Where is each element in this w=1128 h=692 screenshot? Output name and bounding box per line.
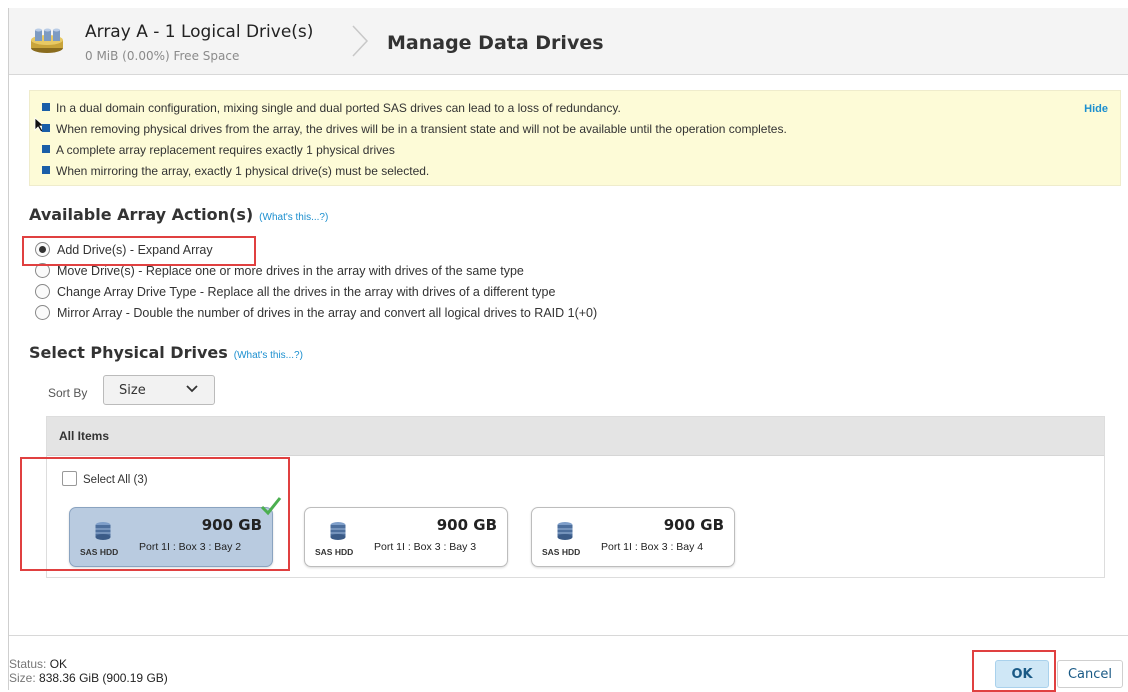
drive-location: Port 1I : Box 3 : Bay 4 <box>601 541 704 553</box>
bullet-icon <box>42 166 50 174</box>
physical-drives-title: Select Physical Drives (What's this...?) <box>29 343 303 362</box>
drive-capacity: 900 GB <box>663 516 724 534</box>
size-line: Size: 838.36 GiB (900.19 GB) <box>9 671 168 685</box>
sort-by-label: Sort By <box>48 386 88 400</box>
footer: Status: OK Size: 838.36 GiB (900.19 GB) … <box>9 635 1128 692</box>
manage-data-drives-dialog: Array A - 1 Logical Drive(s) 0 MiB (0.00… <box>8 8 1128 692</box>
array-actions-help-link[interactable]: (What's this...?) <box>259 212 328 223</box>
radio-change-drive-type[interactable]: Change Array Drive Type - Replace all th… <box>35 284 555 302</box>
drives-group-header: All Items <box>47 417 1104 456</box>
cancel-button[interactable]: Cancel <box>1057 660 1123 688</box>
highlight-box-add-drives <box>22 236 256 266</box>
breadcrumb-chevron-icon <box>352 25 369 57</box>
sort-by-select[interactable]: Size <box>103 375 215 405</box>
radio-icon[interactable] <box>35 284 50 299</box>
radio-mirror-array[interactable]: Mirror Array - Double the number of driv… <box>35 305 597 323</box>
drives-group-label: All Items <box>59 429 110 443</box>
header: Array A - 1 Logical Drive(s) 0 MiB (0.00… <box>9 8 1128 75</box>
status-value: OK <box>49 657 68 671</box>
bullet-icon <box>42 103 50 111</box>
drive-type: SAS HDD <box>315 547 354 557</box>
caption-strip <box>0 0 1128 8</box>
drive-capacity: 900 GB <box>436 516 497 534</box>
notice-banner: In a dual domain configuration, mixing s… <box>29 90 1121 186</box>
size-value: 838.36 GiB (900.19 GB) <box>39 671 168 685</box>
bullet-icon <box>42 145 50 153</box>
array-icon <box>31 28 63 53</box>
notice-item: In a dual domain configuration, mixing s… <box>42 101 621 115</box>
chevron-down-icon <box>186 385 198 393</box>
highlight-box-selected-drive <box>20 457 290 571</box>
disk-drive-icon <box>557 522 573 540</box>
page-title: Manage Data Drives <box>387 32 604 54</box>
array-title[interactable]: Array A - 1 Logical Drive(s) <box>85 22 313 42</box>
array-free-space: 0 MiB (0.00%) Free Space <box>85 49 240 63</box>
radio-icon[interactable] <box>35 305 50 320</box>
notice-item: When removing physical drives from the a… <box>42 122 787 136</box>
drive-card-bay-4[interactable]: SAS HDD 900 GB Port 1I : Box 3 : Bay 4 <box>531 507 735 567</box>
status-line: Status: OK <box>9 657 68 671</box>
drive-card-bay-3[interactable]: SAS HDD 900 GB Port 1I : Box 3 : Bay 3 <box>304 507 508 567</box>
notice-item: A complete array replacement requires ex… <box>42 143 395 157</box>
array-actions-title: Available Array Action(s) (What's this...… <box>29 205 329 224</box>
sort-by-value: Size <box>119 383 146 398</box>
drive-location: Port 1I : Box 3 : Bay 3 <box>374 541 477 553</box>
physical-drives-help-link[interactable]: (What's this...?) <box>234 350 303 361</box>
drive-type: SAS HDD <box>542 547 581 557</box>
bullet-icon <box>42 124 50 132</box>
highlight-box-ok <box>972 650 1056 692</box>
notice-item: When mirroring the array, exactly 1 phys… <box>42 164 429 178</box>
hide-notice-link[interactable]: Hide <box>1084 103 1108 115</box>
disk-drive-icon <box>330 522 346 540</box>
